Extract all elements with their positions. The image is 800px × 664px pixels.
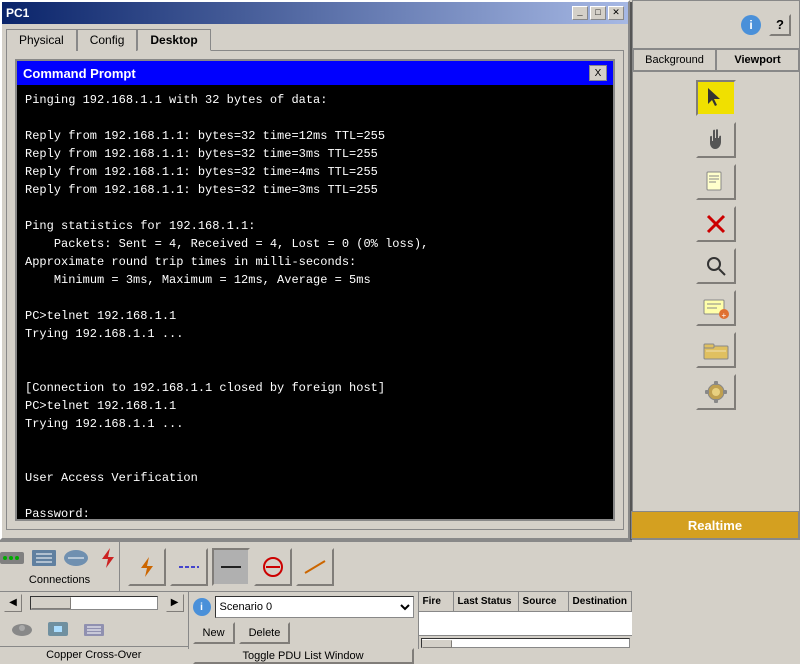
- pdu-top-row: i Scenario 0: [193, 596, 414, 618]
- tab-physical[interactable]: Physical: [6, 29, 77, 51]
- col-last-status: Last Status: [454, 592, 519, 611]
- open-tool-button[interactable]: [696, 332, 736, 368]
- new-scenario-button[interactable]: New: [193, 622, 235, 644]
- select-icon: [704, 86, 728, 110]
- pdu-action-buttons: New Delete: [193, 622, 414, 644]
- serial-cable-button[interactable]: [296, 548, 334, 586]
- device-icon-3[interactable]: [80, 616, 108, 644]
- toggle-pdu-button[interactable]: Toggle PDU List Window: [193, 648, 414, 664]
- delete-scenario-button[interactable]: Delete: [239, 622, 291, 644]
- table-body: [419, 612, 632, 635]
- crossover-cable-button[interactable]: [212, 548, 250, 586]
- pc1-title: PC1: [6, 6, 29, 20]
- bottom-top-row: Connections: [0, 542, 632, 592]
- connections-label: Connections: [29, 574, 90, 586]
- scenario-info-button[interactable]: i: [193, 598, 211, 616]
- switch-icon[interactable]: [30, 544, 58, 572]
- info-button[interactable]: i: [741, 15, 761, 35]
- router-icon[interactable]: [0, 544, 26, 572]
- table-header-row: Fire Last Status Source Destination: [419, 592, 632, 612]
- hub-icon[interactable]: [62, 544, 90, 572]
- device-icon-1[interactable]: [8, 616, 36, 644]
- hand-tool-button[interactable]: [696, 122, 736, 158]
- no-cable-button[interactable]: [254, 548, 292, 586]
- add-message-icon: +: [702, 294, 730, 322]
- note-icon: [704, 170, 728, 194]
- cable-nav-top: ◀ ▶: [0, 592, 188, 614]
- scenario-select[interactable]: Scenario 0: [215, 596, 414, 618]
- add-message-button[interactable]: +: [696, 290, 736, 326]
- close-window-button[interactable]: ✕: [608, 6, 624, 20]
- desktop-tab-content: Command Prompt X Pinging 192.168.1.1 wit…: [6, 50, 624, 530]
- cable-name-label: Copper Cross-Over: [0, 646, 188, 663]
- folder-icon: [703, 339, 729, 361]
- pc1-window: PC1 _ □ ✕ Physical Config Desktop Comman…: [0, 0, 630, 540]
- pdu-area: i Scenario 0 New Delete Toggle PDU List …: [189, 592, 419, 649]
- tab-desktop[interactable]: Desktop: [137, 29, 210, 51]
- zoom-tool-button[interactable]: [696, 248, 736, 284]
- settings-icon: [703, 379, 729, 405]
- realtime-label: Realtime: [688, 518, 742, 533]
- help-button[interactable]: ?: [769, 14, 791, 36]
- pc1-titlebar: PC1 _ □ ✕: [2, 2, 628, 24]
- pc1-window-controls: _ □ ✕: [572, 6, 624, 20]
- cable-nav-area: ◀ ▶: [0, 592, 189, 649]
- hand-icon: [704, 128, 728, 152]
- maximize-button[interactable]: □: [590, 6, 606, 20]
- device-icon-2[interactable]: [44, 616, 72, 644]
- cable-tools-row: [120, 542, 632, 591]
- col-destination: Destination: [569, 592, 632, 611]
- select-tool-button[interactable]: [696, 80, 736, 116]
- col-fire: Fire: [419, 592, 454, 611]
- cable-scrollbar[interactable]: [30, 596, 158, 610]
- delete-icon: [705, 213, 727, 235]
- right-panel: i ? Background Viewport: [632, 0, 800, 540]
- bottom-bar: Connections: [0, 540, 632, 647]
- straight-cable-button[interactable]: [170, 548, 208, 586]
- delete-tool-button[interactable]: [696, 206, 736, 242]
- cmd-titlebar: Command Prompt X: [17, 61, 613, 85]
- zoom-icon: [705, 255, 727, 277]
- auto-cable-button[interactable]: [128, 548, 166, 586]
- note-tool-button[interactable]: [696, 164, 736, 200]
- prev-cable-button[interactable]: ◀: [4, 594, 22, 612]
- connections-section: Connections: [0, 542, 120, 591]
- tab-background[interactable]: Background: [633, 49, 716, 71]
- tab-viewport[interactable]: Viewport: [716, 49, 799, 71]
- next-cable-button[interactable]: ▶: [166, 594, 184, 612]
- realtime-bar: Realtime: [631, 511, 799, 539]
- bottom-second-row: ◀ ▶: [0, 592, 632, 649]
- right-panel-top: i ?: [633, 1, 799, 49]
- viewport-tabs: Background Viewport: [633, 49, 799, 72]
- minimize-button[interactable]: _: [572, 6, 588, 20]
- right-tools: +: [633, 72, 799, 418]
- connections-icons-row: [0, 544, 122, 572]
- command-prompt-window: Command Prompt X Pinging 192.168.1.1 wit…: [15, 59, 615, 521]
- cmd-close-button[interactable]: X: [589, 65, 607, 81]
- pdu-table-area: Fire Last Status Source Destination: [419, 592, 632, 649]
- svg-text:+: +: [722, 311, 727, 320]
- cmd-body[interactable]: Pinging 192.168.1.1 with 32 bytes of dat…: [17, 85, 613, 519]
- pc1-tabs: Physical Config Desktop: [2, 24, 628, 50]
- col-source: Source: [519, 592, 569, 611]
- tab-config[interactable]: Config: [77, 29, 138, 51]
- lightning-icon[interactable]: [94, 544, 122, 572]
- settings-tool-button[interactable]: [696, 374, 736, 410]
- cmd-output: Pinging 192.168.1.1 with 32 bytes of dat…: [25, 91, 605, 519]
- hscroll-inner[interactable]: [421, 638, 630, 648]
- cmd-title: Command Prompt: [23, 66, 136, 81]
